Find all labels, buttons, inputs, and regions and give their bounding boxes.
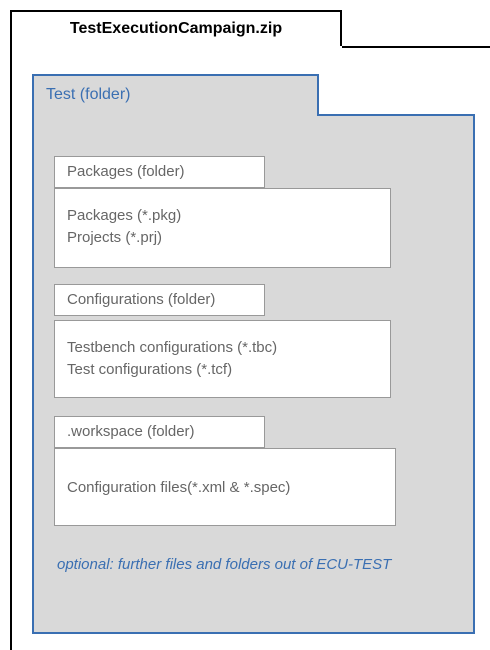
configurations-line-2: Test configurations (*.tcf) [67, 361, 233, 378]
configurations-folder-tab: Configurations (folder) [54, 284, 265, 316]
test-folder-tab-join [34, 113, 317, 116]
workspace-folder-tab: .workspace (folder) [54, 416, 265, 448]
packages-line-2: Projects (*.prj) [67, 229, 163, 246]
configurations-folder-contents: Testbench configurations (*.tbc) Test co… [54, 320, 391, 398]
packages-folder-tab: Packages (folder) [54, 156, 265, 188]
configurations-line-1: Testbench configurations (*.tbc) [67, 339, 278, 356]
test-folder-tab: Test (folder) [32, 74, 319, 116]
test-folder-label: Test (folder) [46, 86, 131, 103]
zip-frame-left [10, 46, 12, 650]
workspace-line-1: Configuration files(*.xml & *.spec) [67, 479, 291, 496]
optional-note: optional: further files and folders out … [57, 556, 392, 573]
packages-folder-label: Packages (folder) [67, 163, 185, 180]
configurations-folder-label: Configurations (folder) [67, 291, 216, 308]
workspace-folder-label: .workspace (folder) [67, 423, 195, 440]
packages-folder-contents: Packages (*.pkg) Projects (*.prj) [54, 188, 391, 268]
packages-line-1: Packages (*.pkg) [67, 207, 182, 224]
workspace-folder-contents: Configuration files(*.xml & *.spec) [54, 448, 396, 526]
zip-frame-top [342, 46, 490, 48]
zip-archive-title: TestExecutionCampaign.zip [10, 10, 342, 46]
